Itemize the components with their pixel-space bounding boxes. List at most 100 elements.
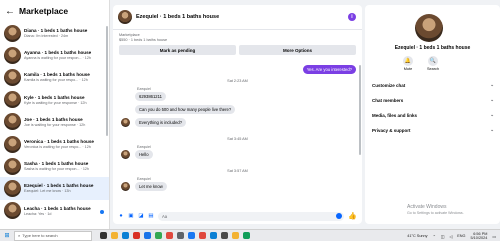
avatar[interactable]: [415, 14, 443, 42]
edge-browser-icon[interactable]: [122, 232, 129, 239]
message-input[interactable]: Aa: [158, 211, 345, 221]
chrome-browser-icon[interactable]: [155, 232, 162, 239]
sticker-icon[interactable]: ◪: [138, 213, 144, 219]
mute-button[interactable]: 🔔 Mute: [403, 56, 413, 71]
sidebar-title: Marketplace: [19, 6, 69, 16]
avatar: [121, 150, 130, 159]
avatar[interactable]: [118, 10, 132, 24]
item-label: Chat members: [372, 97, 404, 103]
chat-info-panel: Ezequiel · 1 beds 1 baths house 🔔 Mute 🔍…: [365, 5, 500, 224]
unread-dot: [100, 209, 104, 214]
weather-status[interactable]: 41°C Sunny: [407, 234, 427, 238]
listing-summary[interactable]: $550 · 1 beds 1 baths house: [119, 38, 356, 42]
conversation-name: Kyle · 1 beds 1 baths house: [24, 94, 85, 100]
chat-header: Ezequiel · 1 beds 1 baths house i: [113, 5, 362, 30]
conversation-preview: Kyle is waiting for your response · 12h: [24, 100, 87, 105]
taskbar-search-placeholder: Type here to search: [22, 233, 58, 238]
chat-scrollbar[interactable]: [359, 65, 361, 155]
conversation-item[interactable]: Leacha · 1 beds 1 baths house Leacha: Yes…: [0, 200, 109, 222]
gif-icon[interactable]: ▤: [148, 213, 154, 219]
more-options-button[interactable]: More Options: [239, 45, 356, 55]
chrome-browser-icon[interactable]: [133, 232, 140, 239]
clock[interactable]: 6:56 PM 5/10/2024: [471, 232, 488, 241]
app-icon[interactable]: [199, 232, 206, 239]
microphone-icon[interactable]: ●: [118, 213, 124, 219]
image-icon[interactable]: ▣: [128, 213, 134, 219]
system-tray: 41°C Sunny ⌃ ◫ ◁ ENG 6:56 PM 5/10/2024 ▭: [407, 230, 496, 241]
info-icon[interactable]: i: [348, 13, 356, 21]
taskbar-search-input[interactable]: ⌕ Type here to search: [14, 230, 92, 241]
conversation-list: Diana · 1 beds 1 baths house Diana: I'm i…: [0, 22, 109, 222]
conversation-preview: Kamila is waiting for your respo... · 12…: [24, 78, 88, 83]
incoming-message: Can you do 500 and how many people live …: [135, 105, 236, 114]
conversation-item[interactable]: Ayanna · 1 beds 1 baths house Ayanna is w…: [0, 44, 109, 66]
marketplace-label: Marketplace: [119, 33, 140, 37]
emoji-icon[interactable]: [336, 212, 343, 219]
conversation-preview: Veronica is waiting for your respo... · …: [24, 145, 91, 150]
conversation-preview: Ayanna is waiting for your respon... · 1…: [24, 56, 91, 61]
item-label: Media, files and links: [372, 112, 418, 118]
search-icon: 🔍: [428, 56, 439, 66]
volume-icon[interactable]: ◁: [449, 234, 452, 239]
conversation-item[interactable]: Kamila · 1 beds 1 baths house Kamila is w…: [0, 66, 109, 88]
watermark-title: Activate Windows: [407, 204, 447, 210]
network-icon[interactable]: ◫: [441, 234, 445, 239]
sender-name: Ezequiel: [137, 145, 151, 149]
conversation-name: Diana · 1 beds 1 baths house: [24, 28, 88, 34]
item-label: Customize chat: [372, 82, 406, 88]
customize-chat-item[interactable]: Customize chat ⌄: [372, 80, 494, 90]
sender-name: Ezequiel: [137, 87, 151, 91]
conversation-item[interactable]: Joe · 1 beds 1 baths house Joe is waiting…: [0, 111, 109, 133]
app-icon[interactable]: [221, 232, 228, 239]
mark-pending-button[interactable]: Mark as pending: [119, 45, 236, 55]
notification-icon[interactable]: ▭: [492, 234, 496, 239]
app-icon[interactable]: [232, 232, 239, 239]
conversation-name: Joe · 1 beds 1 baths house: [24, 116, 83, 122]
incoming-message: Hello: [135, 150, 153, 159]
thumbs-up-icon[interactable]: 👍: [348, 212, 357, 220]
search-label: Search: [427, 67, 440, 71]
activate-windows-watermark: Activate Windows Go to Settings to activ…: [407, 204, 464, 215]
windows-start-icon[interactable]: ⊞: [0, 230, 14, 241]
conversation-item[interactable]: Diana · 1 beds 1 baths house Diana: I'm i…: [0, 22, 109, 44]
chat-members-item[interactable]: Chat members ⌄: [372, 95, 494, 105]
tray-arrow-icon[interactable]: ⌃: [433, 234, 436, 239]
outgoing-message: Yes. Are you interested?: [302, 65, 356, 74]
conversation-preview: Ezequiel: Let me know · 13h: [24, 189, 71, 194]
app-icon[interactable]: [210, 232, 217, 239]
language-indicator[interactable]: ENG: [457, 234, 465, 238]
app-icon[interactable]: [177, 232, 184, 239]
timestamp: Sat 3:57 AM: [227, 169, 248, 173]
timestamp: Sat 2:23 AM: [227, 79, 248, 83]
app-icon[interactable]: [188, 232, 195, 239]
file-explorer-icon[interactable]: [111, 232, 118, 239]
incoming-message: Let me know: [135, 182, 167, 191]
item-label: Privacy & support: [372, 127, 411, 133]
avatar: [121, 118, 130, 127]
media-files-links-item[interactable]: Media, files and links ⌄: [372, 110, 494, 120]
conversation-item[interactable]: Kyle · 1 beds 1 baths house Kyle is waiti…: [0, 89, 109, 111]
privacy-support-item[interactable]: Privacy & support ⌄: [372, 125, 494, 135]
search-button[interactable]: 🔍 Search: [427, 56, 439, 71]
back-arrow-icon[interactable]: ←: [5, 6, 15, 17]
avatar: [4, 46, 21, 64]
sidebar-header: ← Marketplace: [0, 0, 109, 22]
conversation-item[interactable]: Sasha · 1 beds 1 baths house Sasha is wai…: [0, 155, 109, 177]
avatar: [4, 24, 21, 42]
message-input-placeholder: Aa: [162, 213, 168, 219]
chevron-down-icon: ⌄: [490, 82, 494, 87]
task-view-icon[interactable]: [100, 232, 107, 239]
conversation-item[interactable]: Veronica · 1 beds 1 baths house Veronica …: [0, 133, 109, 155]
avatar: [4, 113, 21, 131]
conversation-item-active[interactable]: Ezequiel · 1 beds 1 baths house Ezequiel:…: [0, 177, 109, 200]
avatar: [4, 135, 21, 153]
chat-title[interactable]: Ezequiel · 1 beds 1 baths house: [136, 14, 219, 20]
chrome-browser-icon[interactable]: [166, 232, 173, 239]
search-icon: ⌕: [18, 233, 21, 238]
conversation-name: Ayanna · 1 beds 1 baths house: [24, 50, 92, 56]
marketplace-banner: Marketplace $550 · 1 beds 1 baths house …: [113, 30, 362, 55]
sidebar-scrollbar[interactable]: [106, 26, 108, 136]
chrome-browser-icon[interactable]: [144, 232, 151, 239]
app-icon[interactable]: [243, 232, 250, 239]
chevron-down-icon: ⌄: [490, 112, 494, 117]
